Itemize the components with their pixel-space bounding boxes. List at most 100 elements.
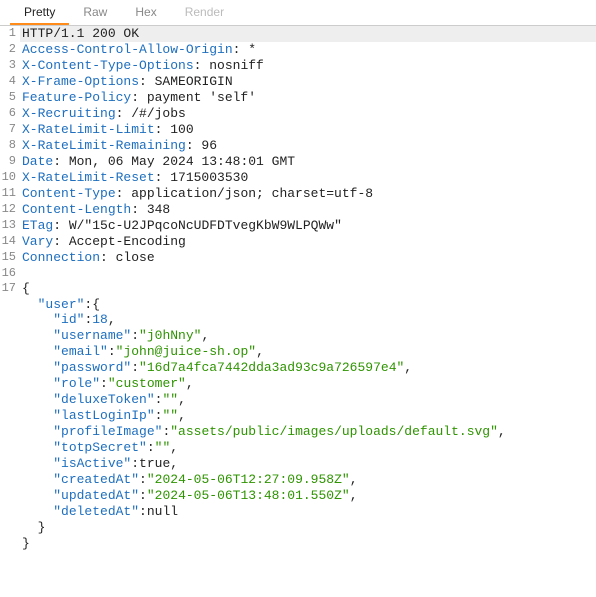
- line-content: ETag: W/"15c-U2JPqcoNcUDFDTvegKbW9WLPQWw…: [20, 218, 596, 234]
- line-content: [20, 266, 596, 281]
- line-number: [0, 328, 20, 344]
- code-line: "deluxeToken":"",: [0, 392, 596, 408]
- line-content: Feature-Policy: payment 'self': [20, 90, 596, 106]
- line-number: [0, 408, 20, 424]
- line-content: Date: Mon, 06 May 2024 13:48:01 GMT: [20, 154, 596, 170]
- code-line: 14Vary: Accept-Encoding: [0, 234, 596, 250]
- code-line: "username":"j0hNny",: [0, 328, 596, 344]
- code-line: "role":"customer",: [0, 376, 596, 392]
- line-number: [0, 456, 20, 472]
- line-content: X-RateLimit-Remaining: 96: [20, 138, 596, 154]
- line-content: "username":"j0hNny",: [20, 328, 596, 344]
- response-body: 1HTTP/1.1 200 OK2Access-Control-Allow-Or…: [0, 26, 596, 552]
- code-line: "profileImage":"assets/public/images/upl…: [0, 424, 596, 440]
- code-line: 17{: [0, 281, 596, 297]
- code-line: 11Content-Type: application/json; charse…: [0, 186, 596, 202]
- line-number: 15: [0, 250, 20, 266]
- view-tabs: PrettyRawHexRender: [0, 0, 596, 26]
- code-line: 4X-Frame-Options: SAMEORIGIN: [0, 74, 596, 90]
- code-line: 2Access-Control-Allow-Origin: *: [0, 42, 596, 58]
- line-number: 6: [0, 106, 20, 122]
- line-number: 16: [0, 266, 20, 281]
- line-number: 4: [0, 74, 20, 90]
- code-line: 12Content-Length: 348: [0, 202, 596, 218]
- line-number: 17: [0, 281, 20, 297]
- line-content: Content-Length: 348: [20, 202, 596, 218]
- code-line: "deletedAt":null: [0, 504, 596, 520]
- tab-pretty[interactable]: Pretty: [10, 0, 69, 25]
- code-line: "id":18,: [0, 312, 596, 328]
- line-number: [0, 472, 20, 488]
- code-line: "isActive":true,: [0, 456, 596, 472]
- line-content: "totpSecret":"",: [20, 440, 596, 456]
- line-content: "createdAt":"2024-05-06T12:27:09.958Z",: [20, 472, 596, 488]
- line-content: "user":{: [20, 297, 596, 313]
- line-content: Access-Control-Allow-Origin: *: [20, 42, 596, 58]
- line-number: [0, 344, 20, 360]
- tab-hex[interactable]: Hex: [121, 0, 170, 25]
- line-content: Connection: close: [20, 250, 596, 266]
- line-number: [0, 392, 20, 408]
- line-number: 12: [0, 202, 20, 218]
- line-content: {: [20, 281, 596, 297]
- code-line: "password":"16d7a4fca7442dda3ad93c9a7265…: [0, 360, 596, 376]
- tab-render: Render: [171, 0, 238, 25]
- line-number: 8: [0, 138, 20, 154]
- line-content: }: [20, 520, 596, 536]
- code-line: "updatedAt":"2024-05-06T13:48:01.550Z",: [0, 488, 596, 504]
- line-content: "deluxeToken":"",: [20, 392, 596, 408]
- code-line: 13ETag: W/"15c-U2JPqcoNcUDFDTvegKbW9WLPQ…: [0, 218, 596, 234]
- line-content: "email":"john@juice-sh.op",: [20, 344, 596, 360]
- code-line: "createdAt":"2024-05-06T12:27:09.958Z",: [0, 472, 596, 488]
- line-number: [0, 424, 20, 440]
- line-content: "deletedAt":null: [20, 504, 596, 520]
- line-number: [0, 520, 20, 536]
- line-number: [0, 376, 20, 392]
- line-number: 13: [0, 218, 20, 234]
- line-content: Vary: Accept-Encoding: [20, 234, 596, 250]
- code-line: 16: [0, 266, 596, 281]
- line-content: HTTP/1.1 200 OK: [20, 26, 596, 42]
- line-content: "lastLoginIp":"",: [20, 408, 596, 424]
- line-content: "role":"customer",: [20, 376, 596, 392]
- code-line: }: [0, 520, 596, 536]
- code-line: }: [0, 536, 596, 552]
- code-line: 15Connection: close: [0, 250, 596, 266]
- code-line: "user":{: [0, 297, 596, 313]
- code-line: "lastLoginIp":"",: [0, 408, 596, 424]
- line-number: [0, 488, 20, 504]
- line-content: "id":18,: [20, 312, 596, 328]
- line-number: [0, 312, 20, 328]
- line-number: [0, 440, 20, 456]
- line-number: 14: [0, 234, 20, 250]
- code-line: "email":"john@juice-sh.op",: [0, 344, 596, 360]
- line-number: 3: [0, 58, 20, 74]
- line-content: "password":"16d7a4fca7442dda3ad93c9a7265…: [20, 360, 596, 376]
- code-line: 9Date: Mon, 06 May 2024 13:48:01 GMT: [0, 154, 596, 170]
- line-content: "updatedAt":"2024-05-06T13:48:01.550Z",: [20, 488, 596, 504]
- line-number: [0, 504, 20, 520]
- line-content: X-Recruiting: /#/jobs: [20, 106, 596, 122]
- line-number: [0, 360, 20, 376]
- line-number: 2: [0, 42, 20, 58]
- line-number: 10: [0, 170, 20, 186]
- line-number: 9: [0, 154, 20, 170]
- line-number: 5: [0, 90, 20, 106]
- code-line: 7X-RateLimit-Limit: 100: [0, 122, 596, 138]
- line-number: [0, 536, 20, 552]
- line-content: Content-Type: application/json; charset=…: [20, 186, 596, 202]
- line-number: [0, 297, 20, 313]
- tab-raw[interactable]: Raw: [69, 0, 121, 25]
- code-line: "totpSecret":"",: [0, 440, 596, 456]
- line-content: "isActive":true,: [20, 456, 596, 472]
- line-content: "profileImage":"assets/public/images/upl…: [20, 424, 596, 440]
- line-content: X-Frame-Options: SAMEORIGIN: [20, 74, 596, 90]
- code-line: 3X-Content-Type-Options: nosniff: [0, 58, 596, 74]
- code-line: 6X-Recruiting: /#/jobs: [0, 106, 596, 122]
- line-content: X-RateLimit-Reset: 1715003530: [20, 170, 596, 186]
- line-content: X-RateLimit-Limit: 100: [20, 122, 596, 138]
- line-content: X-Content-Type-Options: nosniff: [20, 58, 596, 74]
- code-line: 5Feature-Policy: payment 'self': [0, 90, 596, 106]
- code-line: 8X-RateLimit-Remaining: 96: [0, 138, 596, 154]
- line-number: 11: [0, 186, 20, 202]
